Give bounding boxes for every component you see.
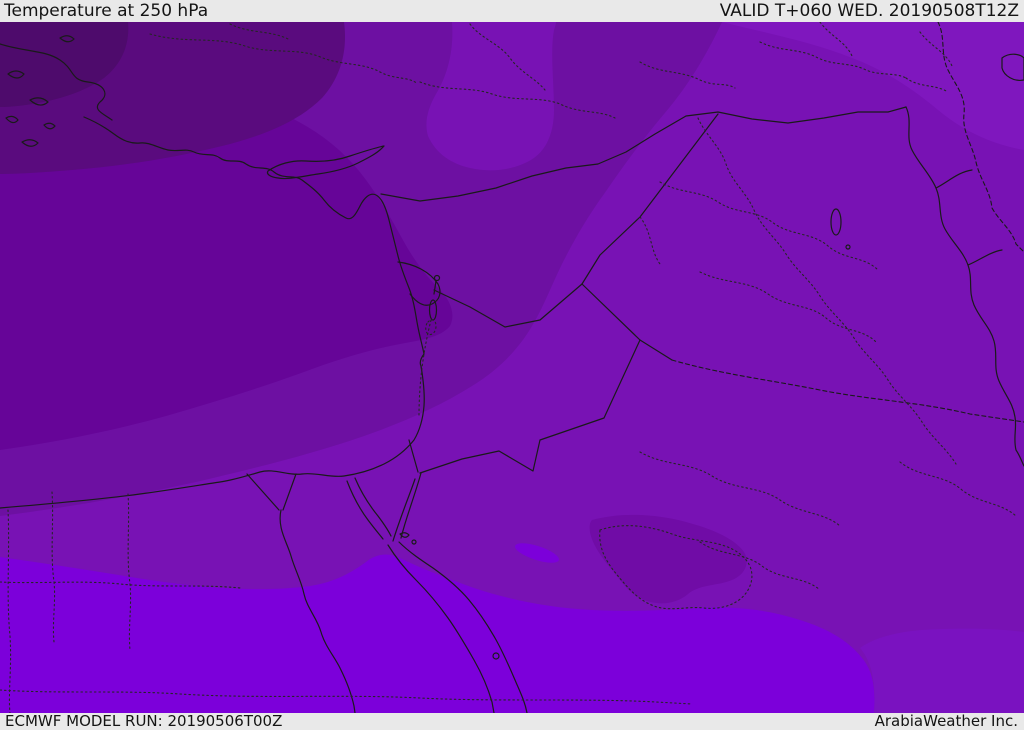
- shade-bright-muted-southeast: [860, 628, 1024, 713]
- temperature-map-canvas: [0, 22, 1024, 713]
- header-bar: Temperature at 250 hPa VALID T+060 WED. …: [0, 0, 1024, 22]
- valid-time-label: VALID T+060 WED. 20190508T12Z: [719, 1, 1019, 21]
- attribution-label: ArabiaWeather Inc.: [874, 712, 1018, 730]
- footer-bar: ECMWF MODEL RUN: 20190506T00Z ArabiaWeat…: [0, 713, 1024, 729]
- model-run-label: ECMWF MODEL RUN: 20190506T00Z: [5, 712, 283, 730]
- weather-map: [0, 22, 1024, 713]
- map-title: Temperature at 250 hPa: [4, 1, 209, 21]
